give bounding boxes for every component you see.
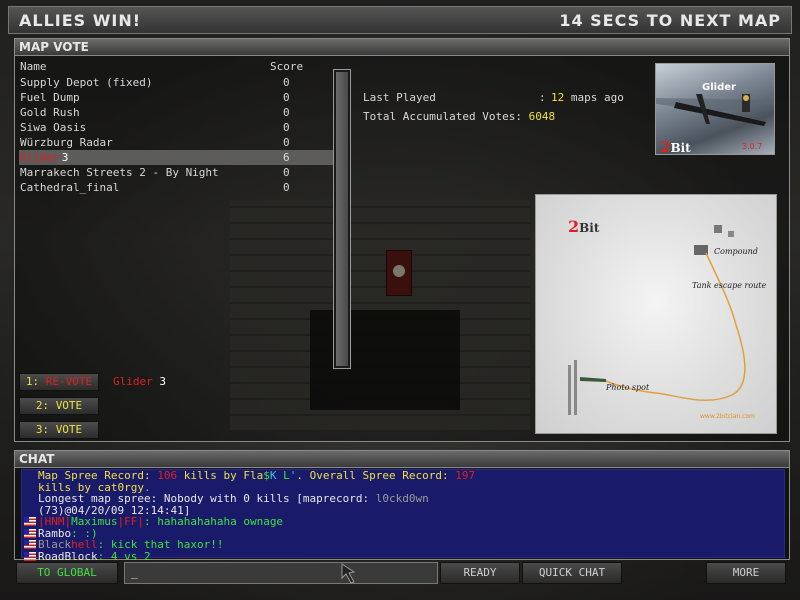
map-score: 0 [283, 106, 290, 119]
map-info: Last Played: 12 maps ago Total Accumulate… [363, 91, 624, 129]
map-name: Cathedral_final [20, 181, 120, 194]
map-score: 0 [283, 76, 290, 89]
total-votes-label: Total Accumulated Votes: [363, 110, 522, 123]
last-played-line: Last Played: 12 maps ago [363, 91, 624, 110]
map-name: Fuel Dump [20, 91, 80, 104]
revote-button[interactable]: 1: RE-VOTE [19, 373, 99, 391]
chat-line: |HNM|Maximus|FF|: hahahahahaha ownage [24, 516, 784, 528]
minimap-label-compound: Compound [714, 247, 758, 256]
minimap: 2Bit Compound Tank escape route Photo sp… [535, 194, 777, 434]
minimap-site-link: www.2bitclan.com [700, 413, 755, 420]
minimap-label-tank-route: Tank escape route [692, 281, 767, 290]
uk-flag-icon [24, 551, 36, 561]
us-flag-icon [24, 517, 36, 526]
chat-line: RoadBlock: 4 vs 2 [24, 550, 784, 563]
selected-map-vote-count: 3 [61, 151, 69, 164]
thumbnail-map-name: Glider [702, 82, 736, 93]
vote-button-3[interactable]: 3: VOTE [19, 421, 99, 439]
mouse-cursor-icon [341, 563, 356, 584]
map-row[interactable]: Supply Depot (fixed) 0 [19, 75, 333, 90]
current-vote-count: 3 [159, 375, 166, 388]
winner-text: ALLIES WIN! [19, 11, 142, 30]
column-header-score: Score [270, 60, 304, 73]
map-name: Gold Rush [20, 106, 80, 119]
current-vote: Glider 3 [113, 375, 166, 388]
next-map-timer: 14 SECS TO NEXT MAP [559, 11, 781, 30]
column-header-name: Name [20, 60, 47, 73]
map-row[interactable]: Fuel Dump 0 [19, 90, 333, 105]
map-name: Würzburg Radar [20, 136, 113, 149]
last-played-value: 12 [551, 91, 565, 104]
vote-button-2[interactable]: 2: VOTE [19, 397, 99, 415]
map-name: Supply Depot (fixed) [20, 76, 153, 89]
map-row[interactable]: Würzburg Radar 0 [19, 135, 333, 150]
bottom-bar: TO GLOBAL _ READY QUICK CHAT MORE [0, 562, 800, 586]
more-button[interactable]: MORE [706, 562, 786, 584]
map-score: 0 [283, 166, 290, 179]
us-flag-icon [24, 528, 36, 538]
to-global-button[interactable]: TO GLOBAL [16, 562, 118, 584]
current-vote-map: Glider [113, 375, 153, 388]
minimap-label-photo-spot: Photo spot [606, 383, 650, 392]
total-votes-value: 6048 [528, 110, 556, 123]
map-row-selected[interactable]: Glider 3 6 [19, 150, 333, 165]
map-row[interactable]: Gold Rush 0 [19, 105, 333, 120]
us-flag-icon [24, 540, 36, 549]
chat-title: CHAT [15, 451, 789, 468]
map-name: Marrakech Streets 2 - By Night [20, 166, 219, 179]
map-thumbnail: Glider 2Bit 3.0.7 [655, 63, 775, 155]
map-score: 6 [283, 151, 290, 164]
map-vote-panel: MAP VOTE Name Score Supply Depot (fixed)… [14, 38, 790, 442]
map-list: Supply Depot (fixed) 0 Fuel Dump 0 Gold … [19, 75, 333, 195]
map-row[interactable]: Marrakech Streets 2 - By Night 0 [19, 165, 333, 180]
total-votes-line: Total Accumulated Votes: 6048 [363, 110, 624, 129]
map-list-scrollbar[interactable] [333, 69, 351, 369]
map-name: Glider 3 [20, 150, 68, 165]
map-score: 0 [283, 181, 290, 194]
map-score: 0 [283, 121, 290, 134]
quick-chat-button[interactable]: QUICK CHAT [522, 562, 622, 584]
ready-button[interactable]: READY [440, 562, 520, 584]
chat-panel: CHAT Map Spree Record: 106 kills by Fla$… [14, 450, 790, 562]
chat-log: Map Spree Record: 106 kills by Fla$K L'.… [21, 469, 785, 562]
selected-map-name: Glider [20, 151, 60, 164]
map-score: 0 [283, 136, 290, 149]
intermission-header: ALLIES WIN! 14 SECS TO NEXT MAP [8, 6, 792, 34]
map-row[interactable]: Siwa Oasis 0 [19, 120, 333, 135]
map-vote-title: MAP VOTE [15, 39, 789, 56]
thumbnail-version: 3.0.7 [742, 142, 763, 151]
map-score: 0 [283, 91, 290, 104]
last-played-label: Last Played: [363, 91, 546, 104]
map-row[interactable]: Cathedral_final 0 [19, 180, 333, 195]
map-name: Siwa Oasis [20, 121, 87, 134]
thumbnail-brand-logo: 2Bit [660, 138, 691, 155]
last-played-unit: maps ago [570, 91, 624, 104]
scrollbar-thumb[interactable] [336, 72, 348, 366]
minimap-brand-logo: 2Bit [568, 217, 600, 236]
chat-input[interactable]: _ [124, 562, 438, 584]
